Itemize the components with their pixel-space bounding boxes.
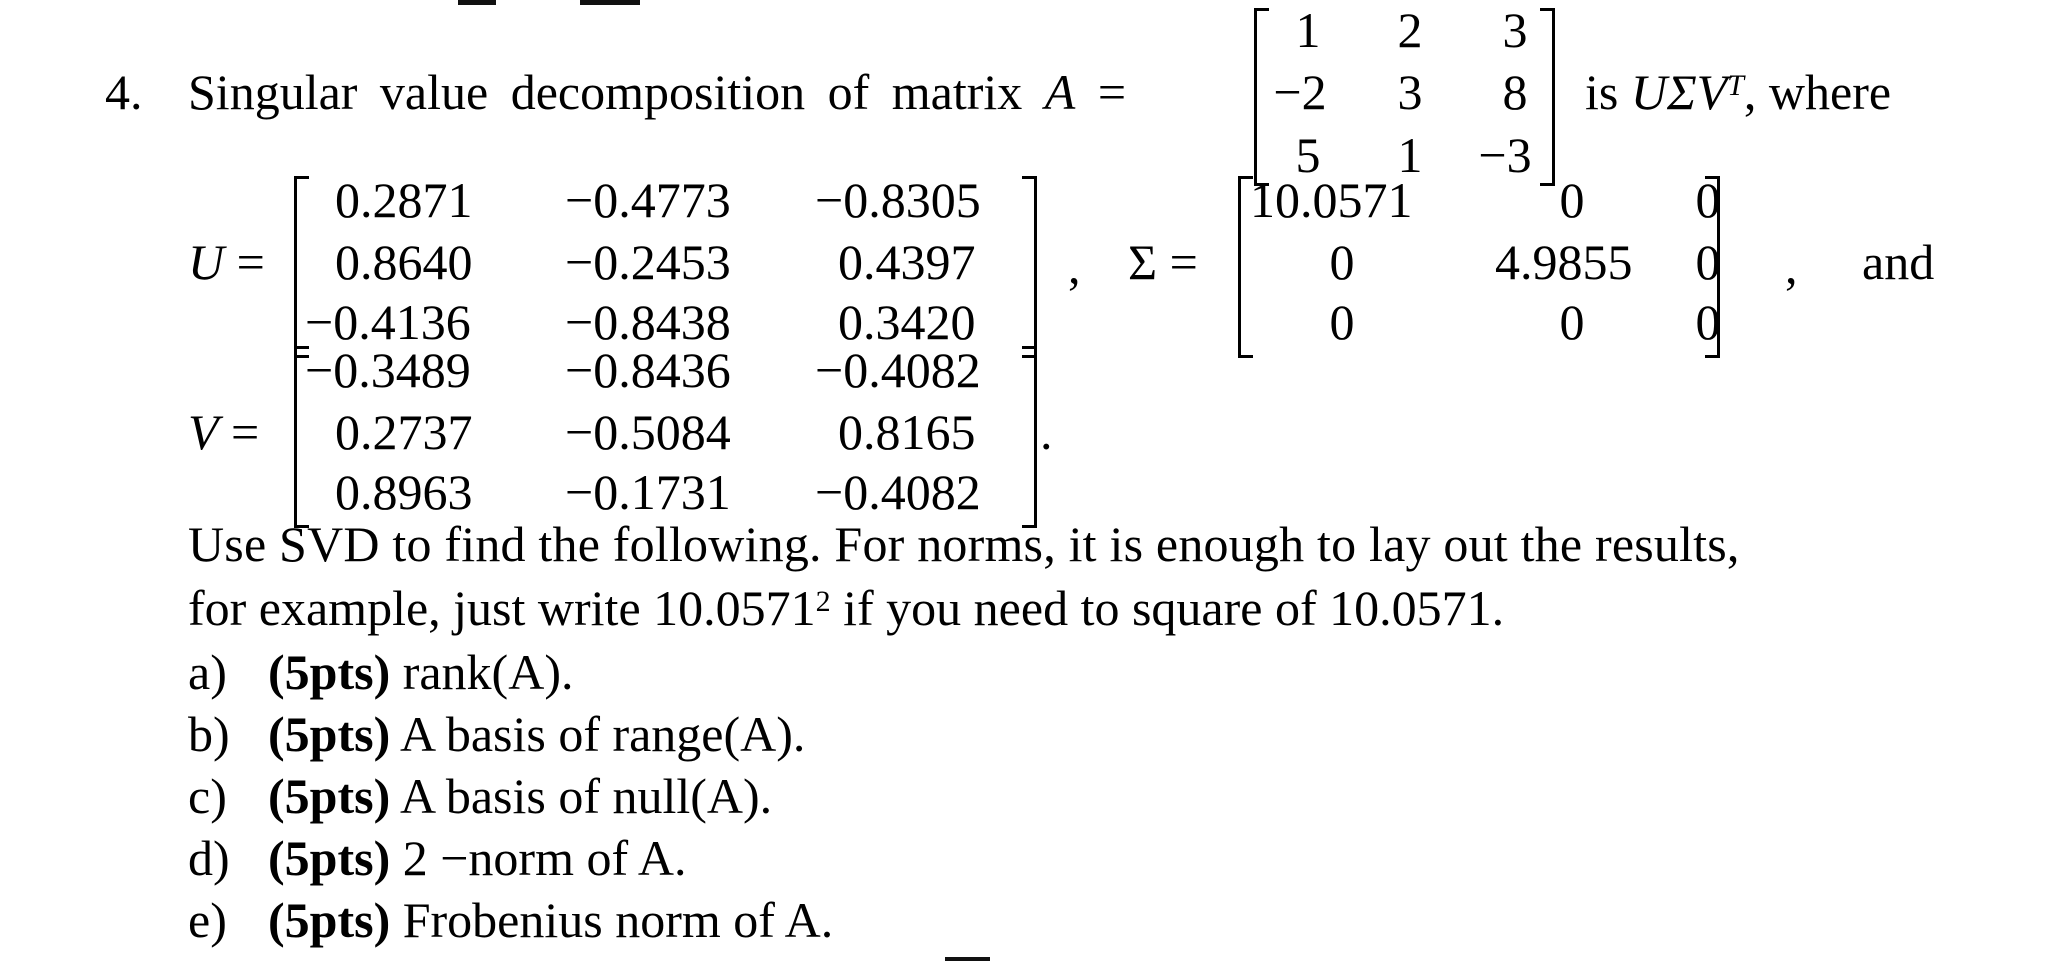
part-letter: a) [188,644,227,700]
part-points: (5pts) [268,768,391,824]
matrix-U-cell: 0.8640 [335,234,473,290]
comma-after-Sigma: , [1785,238,1798,294]
instructions-line-1: Use SVD to find the following. For norms… [188,516,1740,572]
part-b: b) (5pts) A basis of range(A). [188,704,805,764]
matrix-U-cell: 0.4397 [838,234,976,290]
matrix-V-right-bracket [1022,346,1037,528]
part-letter: b) [188,706,230,762]
problem-intro: Singular value decomposition of matrix A… [188,62,1126,122]
matrix-Sigma-label: Σ = [1128,232,1198,292]
matrix-A-cell: −3 [1478,127,1532,183]
part-letter: e) [188,892,227,948]
decomposition-symbols: UΣV [1630,64,1728,120]
matrix-A-cell: −2 [1273,64,1327,120]
matrix-V-cell: 0.8165 [838,404,976,460]
matrix-V-cell: −0.5084 [565,404,731,460]
matrix-A-cell: 2 [1397,2,1423,58]
instructions-line-2-start: for example, just write 10.0571 [188,580,816,636]
V-symbol: V [188,404,219,460]
part-letter: d) [188,830,230,886]
part-c: c) (5pts) A basis of null(A). [188,766,772,826]
matrix-A-cell: 3 [1502,2,1528,58]
matrix-V-cell: 0.2737 [335,404,473,460]
matrix-Sigma-cell: 4.9855 [1495,234,1633,290]
decomposition-statement: is UΣVT, where [1585,62,1891,122]
matrix-Sigma-cell: 0 [1695,234,1721,290]
part-text: 2 −norm of A. [402,830,687,886]
equals-sign: = [1169,234,1198,290]
equals-sign: = [236,234,265,290]
matrix-Sigma-cell: 0 [1695,294,1721,350]
matrix-Sigma-cell: 0 [1329,294,1355,350]
part-points: (5pts) [268,644,391,700]
part-points: (5pts) [268,706,391,762]
part-text: Frobenius norm of A. [402,892,834,948]
part-d: d) (5pts) 2 −norm of A. [188,828,686,888]
instructions-line-2: for example, just write 10.05712 if you … [188,578,1504,638]
matrix-Sigma-cell: 0 [1695,172,1721,228]
matrix-Sigma-cell: 10.0571 [1250,172,1413,228]
U-symbol: U [188,234,225,290]
part-points: (5pts) [268,830,391,886]
matrix-V-cell: −0.3489 [305,342,471,398]
equals-sign: = [1097,64,1127,120]
part-text: rank(A). [402,644,574,700]
matrix-Sigma-cell: 0 [1559,294,1585,350]
matrix-V-cell: −0.1731 [565,464,731,520]
matrix-U-cell: −0.4773 [565,172,731,228]
part-text: A basis of null(A). [399,768,773,824]
matrix-A-cell: 3 [1397,64,1423,120]
matrix-A-left-bracket [1254,8,1269,186]
matrix-V-cell: −0.4082 [815,342,981,398]
matrix-U-right-bracket [1022,176,1037,358]
and-text: and [1862,234,1935,290]
transpose-superscript: T [1727,69,1744,102]
matrix-V-cell: 0.8963 [335,464,473,520]
matrix-A-cell: 8 [1502,64,1528,120]
part-points: (5pts) [268,892,391,948]
matrix-A-right-bracket [1540,8,1555,186]
matrix-U-cell: 0.2871 [335,172,473,228]
equals-sign: = [231,404,260,460]
part-text: A basis of range(A). [399,706,806,762]
is-text: is [1585,64,1619,120]
where-text: , where [1743,64,1892,120]
matrix-U-cell: −0.2453 [565,234,731,290]
matrix-Sigma-cell: 0 [1559,172,1585,228]
comma-after-U: , [1068,238,1081,294]
cropped-glyph-artifact [580,0,640,5]
part-e: e) (5pts) Frobenius norm of A. [188,890,833,950]
matrix-U-cell: −0.8305 [815,172,981,228]
instructions-line-2-end: if you need to square of 10.0571. [830,580,1505,636]
cropped-glyph-artifact [458,0,496,5]
matrix-V-cell: −0.8436 [565,342,731,398]
Sigma-symbol: Σ [1128,234,1158,290]
cropped-glyph-artifact [945,957,990,961]
part-a: a) (5pts) rank(A). [188,642,573,702]
intro-text: Singular value decomposition of matrix [188,64,1023,120]
squared-superscript: 2 [815,585,831,618]
matrix-U-label: U = [188,232,265,292]
matrix-V-label: V = [188,402,259,462]
period-after-V: . [1040,404,1053,460]
problem-number: 4. [105,64,143,120]
matrix-Sigma-cell: 0 [1329,234,1355,290]
matrix-V-cell: −0.4082 [815,464,981,520]
part-letter: c) [188,768,227,824]
matrix-A-symbol: A [1044,64,1076,120]
matrix-A-cell: 1 [1295,2,1321,58]
